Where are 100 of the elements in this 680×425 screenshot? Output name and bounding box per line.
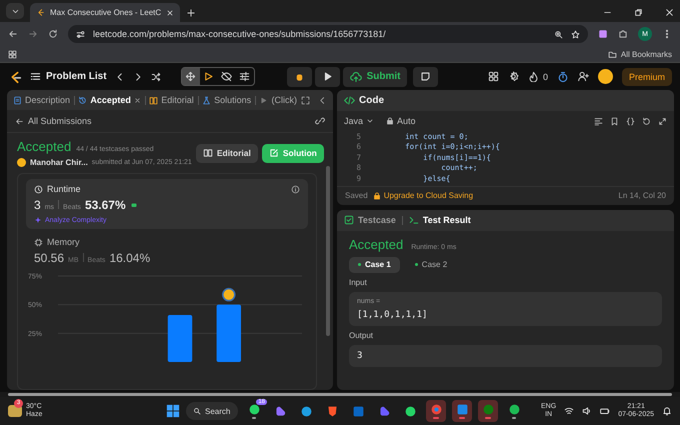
flame-icon: [528, 71, 539, 82]
taskbar-app-button[interactable]: [478, 400, 498, 422]
panel-tab[interactable]: Description: [13, 95, 70, 105]
forward-arrow-icon[interactable]: [28, 29, 38, 39]
input-label: Input: [349, 278, 368, 286]
reset-icon[interactable]: [642, 116, 651, 126]
chat-app-icon: [248, 403, 260, 416]
beats-percentage: 16.04%: [109, 251, 150, 265]
tab-title: Max Consecutive Ones - LeetC: [50, 8, 161, 17]
browser-app-icon: [430, 403, 442, 416]
beats-percentage: 53.67%: [84, 198, 126, 212]
metric-title: Memory: [47, 237, 80, 247]
link-icon[interactable]: [315, 116, 325, 126]
premium-button[interactable]: Premium: [622, 68, 672, 86]
scrollbar[interactable]: [8, 393, 672, 396]
address-bar[interactable]: leetcode.com/problems/max-consecutive-ones/submissions/1656773181/: [68, 25, 588, 43]
taskbar-app-button[interactable]: [426, 400, 446, 422]
reload-icon[interactable]: [48, 29, 58, 39]
edit-icon: [268, 148, 279, 158]
weather-icon[interactable]: [8, 405, 22, 417]
all-submissions-link[interactable]: All Submissions: [15, 116, 92, 126]
history-icon: [78, 96, 88, 104]
clock-icon: [34, 184, 43, 194]
panel-tab[interactable]: (Click): [259, 95, 297, 105]
user-avatar[interactable]: [598, 69, 613, 84]
grid-icon[interactable]: [488, 71, 499, 82]
debug-button[interactable]: [286, 66, 312, 86]
wifi-icon[interactable]: [564, 406, 574, 416]
all-bookmarks-button[interactable]: All Bookmarks: [608, 50, 672, 58]
upgrade-link[interactable]: Upgrade to Cloud Saving: [372, 191, 474, 200]
list-icon: [30, 71, 41, 82]
code-icon: [344, 95, 355, 106]
note-icon: [420, 71, 432, 82]
restore-icon[interactable]: [634, 8, 643, 17]
run-button[interactable]: [314, 66, 340, 86]
metric-value: 3: [34, 198, 41, 212]
close-icon[interactable]: [166, 8, 174, 16]
submit-button[interactable]: Submit: [342, 66, 408, 86]
braces-icon[interactable]: [626, 116, 635, 126]
notes-button[interactable]: [413, 66, 438, 86]
tab-search-button[interactable]: [6, 3, 24, 19]
editorial-button[interactable]: Editorial: [196, 144, 258, 162]
windows-icon[interactable]: [166, 404, 180, 418]
timer-icon[interactable]: [556, 70, 569, 82]
expand-icon[interactable]: [658, 116, 667, 126]
scrollbar[interactable]: [326, 166, 330, 336]
flask-icon: [202, 96, 212, 104]
panel-tab[interactable]: Editorial: [149, 95, 194, 105]
back-arrow-icon[interactable]: [8, 29, 18, 39]
info-icon: [291, 184, 300, 194]
plus-icon[interactable]: [186, 8, 196, 18]
battery-icon[interactable]: [600, 406, 610, 416]
chart-bar: [168, 314, 192, 362]
user-name[interactable]: Manohar Chir...: [30, 158, 88, 167]
chevron-left-icon[interactable]: [318, 96, 327, 104]
terminal-icon: [408, 215, 419, 225]
output-label: Output: [349, 330, 374, 340]
panel-tab[interactable]: Test Result: [408, 215, 471, 225]
close-icon[interactable]: [665, 8, 674, 17]
apps-grid-icon[interactable]: [8, 50, 17, 58]
streak-counter[interactable]: 0: [528, 71, 548, 82]
site-settings-icon: [76, 30, 85, 38]
taskbar-app-button[interactable]: [452, 400, 472, 422]
book-icon: [202, 148, 213, 158]
move-icon: [185, 71, 196, 82]
shuffle-icon[interactable]: [150, 72, 161, 82]
panel-tab[interactable]: Testcase: [344, 215, 396, 225]
document-icon: [13, 96, 22, 104]
problem-list-button[interactable]: Problem List: [30, 71, 107, 82]
bookmark-icon[interactable]: [610, 116, 619, 126]
settings-icon[interactable]: [508, 71, 519, 82]
lock-icon: [386, 117, 394, 125]
layout-tool-button[interactable]: [182, 68, 200, 85]
notification-bell-icon[interactable]: [662, 406, 672, 416]
triangle-icon: [259, 96, 268, 104]
speaker-icon[interactable]: [582, 406, 592, 416]
result-status: Accepted: [349, 236, 404, 252]
star-icon[interactable]: [571, 30, 580, 38]
panel-tab[interactable]: Solutions: [202, 95, 252, 105]
notes-app-icon: [456, 403, 468, 416]
assistant-app-icon: [274, 404, 286, 418]
language-dropdown[interactable]: Java: [344, 116, 374, 126]
avatar-marker: [222, 288, 236, 302]
fullscreen-icon[interactable]: [301, 96, 310, 104]
format-icon[interactable]: [594, 116, 603, 126]
zoom-icon[interactable]: [554, 30, 563, 38]
extension-icon[interactable]: [598, 29, 608, 39]
browser-tab[interactable]: Max Consecutive Ones - LeetC: [30, 3, 180, 22]
panel-tab[interactable]: Accepted: [78, 95, 141, 105]
add-user-icon[interactable]: [578, 71, 589, 82]
case-tab[interactable]: Case 2: [406, 256, 456, 272]
network-app-icon: [352, 404, 364, 418]
close-icon: [134, 96, 141, 104]
submission-status: Accepted: [17, 139, 72, 154]
auto-mode-toggle[interactable]: Auto: [386, 116, 416, 126]
case-tab[interactable]: Case 1: [349, 256, 400, 272]
search-button[interactable]: Search: [186, 402, 238, 420]
site-logo-icon: [36, 8, 45, 17]
cloud-upload-icon: [350, 70, 362, 82]
sliders-icon: [239, 71, 250, 82]
